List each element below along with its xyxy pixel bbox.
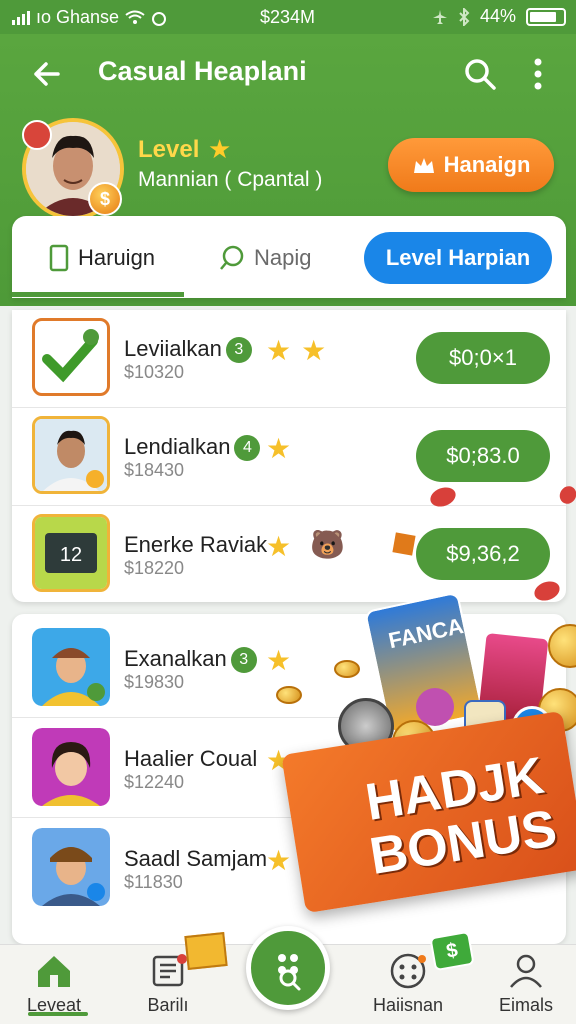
chat-icon bbox=[220, 245, 244, 270]
ball-icon bbox=[416, 688, 454, 726]
item-name: Enerke Raviak bbox=[124, 532, 268, 557]
nav-label: Haiisnan bbox=[372, 995, 444, 1015]
nav-center-button[interactable] bbox=[246, 926, 330, 1010]
amount-button[interactable]: $9,36,2 bbox=[416, 528, 550, 580]
battery-percent: 44% bbox=[479, 6, 516, 26]
item-name: Saadl Samjam bbox=[124, 846, 268, 871]
avatar bbox=[32, 628, 110, 706]
page-title: Casual Heaplani bbox=[98, 56, 307, 86]
star-rating: ★★ bbox=[266, 335, 337, 366]
level-badge: 3 bbox=[230, 647, 257, 673]
signal-icon bbox=[12, 10, 30, 25]
tab-bar: Haruign Napig Level Harpian bbox=[12, 216, 566, 298]
list-item[interactable]: 12 Enerke Raviak $18220 ★ 🐻 $9,36,2 bbox=[12, 506, 566, 604]
coin-icon bbox=[276, 686, 302, 704]
cash-icon: $ bbox=[429, 930, 475, 972]
tab-haruign[interactable]: Haruign bbox=[48, 236, 155, 280]
coin-icon bbox=[334, 660, 360, 678]
search-icon[interactable] bbox=[462, 56, 498, 92]
bear-icon: 🐻 bbox=[310, 529, 345, 560]
ticket-icon bbox=[184, 932, 228, 970]
nav-eimals[interactable]: Eimals bbox=[476, 951, 576, 1016]
item-name: Lendialkan 4 bbox=[124, 434, 261, 461]
tab-napig[interactable]: Napig bbox=[218, 236, 311, 280]
list-item[interactable]: Lendialkan 4 $18430 ★ $0;83.0 bbox=[12, 408, 566, 506]
tab-active-indicator bbox=[12, 292, 184, 297]
level-badge: 4 bbox=[234, 435, 261, 461]
nav-label: Barilı bbox=[147, 995, 189, 1015]
alarm-icon bbox=[152, 11, 167, 26]
item-price: $11830 bbox=[124, 872, 183, 892]
status-bar: ıo Ghanse $234M 44% bbox=[0, 0, 576, 34]
nav-label: Eimals bbox=[498, 995, 553, 1015]
item-price: $10320 bbox=[124, 362, 185, 382]
game-icon: 12 bbox=[32, 514, 110, 592]
item-price: $19830 bbox=[124, 672, 185, 692]
item-name: Exanalkan 3 bbox=[124, 646, 257, 673]
block-icon bbox=[392, 532, 416, 556]
home-icon bbox=[38, 956, 70, 987]
battery-icon bbox=[526, 7, 566, 26]
item-name: Leviialkan 3 bbox=[124, 336, 252, 363]
nav-leveat[interactable]: Leveat bbox=[4, 951, 104, 1016]
back-arrow-icon[interactable] bbox=[28, 56, 64, 92]
star-icon: ★ bbox=[208, 134, 232, 164]
crown-icon bbox=[413, 158, 434, 173]
coin-badge-icon: $ bbox=[88, 182, 122, 216]
check-icon bbox=[32, 318, 110, 396]
item-price: $18220 bbox=[124, 558, 185, 578]
document-icon bbox=[152, 954, 187, 987]
amount-button[interactable]: $0;83.0 bbox=[416, 430, 550, 482]
user-icon bbox=[510, 954, 542, 988]
list-top: Leviialkan 3 $10320 ★★ $0;0×1 Lendialkan 4… bbox=[12, 310, 566, 602]
level-badge: 3 bbox=[225, 337, 252, 363]
nav-active-indicator bbox=[28, 1012, 88, 1016]
status-center-text: $234M bbox=[260, 7, 316, 27]
star-rating: ★ bbox=[266, 645, 302, 676]
item-price: $18430 bbox=[124, 460, 185, 480]
svg-text:12: 12 bbox=[60, 544, 82, 566]
tab-label: Haruign bbox=[78, 245, 156, 270]
item-name: Haalier Coual bbox=[124, 746, 258, 771]
more-vertical-icon[interactable] bbox=[528, 56, 548, 92]
list-item[interactable]: Leviialkan 3 $10320 ★★ $0;0×1 bbox=[12, 310, 566, 408]
tab-label: Napig bbox=[254, 245, 312, 270]
item-price: $12240 bbox=[124, 772, 185, 792]
level-label: Level bbox=[138, 136, 200, 163]
user-name: Mannian ( Cpantal ) bbox=[138, 168, 323, 191]
wifi-icon bbox=[125, 10, 145, 24]
bluetooth-icon bbox=[459, 7, 470, 26]
carrier-label: ıo Ghanse bbox=[36, 7, 120, 27]
tab-level-harpian[interactable]: Level Harpian bbox=[364, 232, 552, 284]
header-action-label: Hanaign bbox=[443, 152, 531, 177]
header-action-button[interactable]: Hanaign bbox=[388, 138, 554, 192]
avatar bbox=[32, 828, 110, 906]
airplane-icon bbox=[432, 9, 447, 24]
avatar bbox=[32, 728, 110, 806]
game-dots-icon bbox=[390, 953, 426, 989]
amount-button[interactable]: $0;0×1 bbox=[416, 332, 550, 384]
star-rating: ★ bbox=[266, 531, 302, 562]
search-dots-icon bbox=[278, 954, 301, 991]
notification-badge bbox=[22, 120, 52, 150]
avatar bbox=[32, 416, 110, 494]
phone-icon bbox=[49, 244, 69, 272]
star-rating: ★ bbox=[266, 433, 302, 464]
